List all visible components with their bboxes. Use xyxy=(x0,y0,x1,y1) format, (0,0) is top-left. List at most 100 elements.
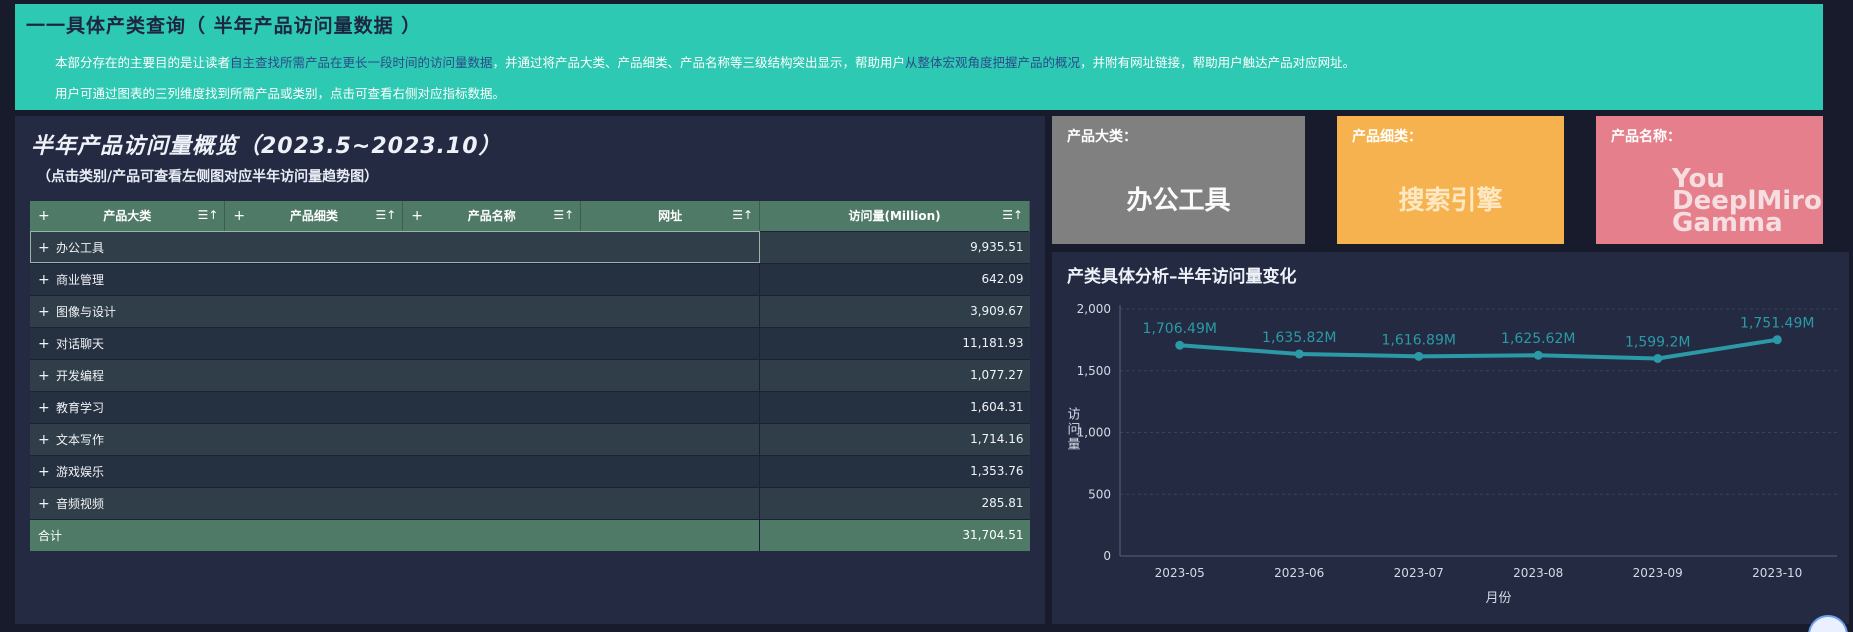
x-tick-label: 2023-05 xyxy=(1155,566,1205,580)
category-cell[interactable]: + 商业管理 xyxy=(30,262,760,295)
visits-cell: 9,935.51 xyxy=(759,230,1030,263)
y-tick-label: 1,500 xyxy=(1077,364,1111,378)
x-tick-label: 2023-08 xyxy=(1513,566,1563,580)
card-value-list: You DeeplMiro Gamma xyxy=(1672,166,1823,236)
x-tick-label: 2023-06 xyxy=(1274,566,1324,580)
expand-icon[interactable]: + xyxy=(38,464,56,480)
overview-title: 半年产品访问量概览（2023.5~2023.10） xyxy=(31,134,502,159)
column-header-category[interactable]: + 产品大类 ☰↑ xyxy=(30,201,226,231)
sort-icon[interactable]: ☰↑ xyxy=(198,208,219,222)
table-header-row: + 产品大类 ☰↑ + 产品细类 ☰↑ + 产品名称 ☰↑ 网址 ☰↑ 访问量(… xyxy=(30,201,1030,231)
visits-cell: 11,181.93 xyxy=(759,326,1030,359)
visits-cell: 1,353.76 xyxy=(759,454,1030,487)
category-label: 教育学习 xyxy=(56,400,105,415)
y-tick-label: 1,000 xyxy=(1077,426,1111,440)
x-tick-label: 2023-09 xyxy=(1633,566,1683,580)
x-tick-label: 2023-07 xyxy=(1394,566,1444,580)
expand-icon[interactable]: + xyxy=(38,240,56,256)
category-label: 图像与设计 xyxy=(56,304,117,319)
banner-text: ，并通过将产品大类、产品细类、产品名称等三级结构突出显示，帮助用户 xyxy=(492,55,906,70)
expand-icon[interactable]: + xyxy=(38,400,56,416)
card-label: 产品名称： xyxy=(1611,129,1681,145)
sort-icon[interactable]: ☰↑ xyxy=(1002,208,1023,222)
table-row[interactable]: + 游戏娱乐 1,353.76 xyxy=(30,454,1030,487)
category-cell[interactable]: + 文本写作 xyxy=(30,422,760,455)
line-chart: 0 500 1,000 1,500 2,000 2023-05 2023-06 2023-07… xyxy=(1067,302,1837,606)
y-axis-title-char: 量 xyxy=(1067,438,1080,453)
category-label: 开发编程 xyxy=(56,368,105,383)
category-label: 游戏娱乐 xyxy=(56,464,105,479)
column-header-subcategory[interactable]: + 产品细类 ☰↑ xyxy=(224,201,404,231)
sort-icon[interactable]: ☰↑ xyxy=(553,208,574,222)
category-label: 对话聊天 xyxy=(56,336,105,351)
table-row[interactable]: + 教育学习 1,604.31 xyxy=(30,390,1030,423)
expand-icon[interactable]: + xyxy=(38,208,50,224)
data-point xyxy=(1414,351,1424,361)
total-value: 31,704.51 xyxy=(759,518,1030,551)
y-tick-label: 500 xyxy=(1088,487,1111,501)
data-label: 1,635.82M xyxy=(1262,330,1336,346)
overview-subtitle: （点击类别/产品可查看左侧图对应半年访问量趋势图） xyxy=(37,169,379,185)
expand-icon[interactable]: + xyxy=(38,336,56,352)
visits-cell: 642.09 xyxy=(759,262,1030,295)
y-axis-title-char: 问 xyxy=(1067,423,1080,438)
subcategory-card: 产品细类： 搜索引擎 xyxy=(1337,116,1564,244)
sort-icon[interactable]: ☰↑ xyxy=(732,208,753,222)
product-name-card: 产品名称： You DeeplMiro Gamma xyxy=(1596,116,1823,244)
sort-icon[interactable]: ☰↑ xyxy=(375,208,396,222)
x-tick-label: 2023-10 xyxy=(1752,566,1802,580)
visits-cell: 3,909.67 xyxy=(759,294,1030,327)
category-label: 文本写作 xyxy=(56,432,105,447)
category-cell[interactable]: + 音频视频 xyxy=(30,486,760,519)
column-header-label: 访问量(Million) xyxy=(848,209,941,224)
category-cell[interactable]: + 游戏娱乐 xyxy=(30,454,760,487)
category-label: 办公工具 xyxy=(56,240,105,255)
table-row[interactable]: + 办公工具 9,935.51 xyxy=(30,230,1030,263)
expand-icon[interactable]: + xyxy=(233,208,245,224)
column-header-product-name[interactable]: + 产品名称 ☰↑ xyxy=(402,201,582,231)
visits-cell: 1,604.31 xyxy=(759,390,1030,423)
category-label: 音频视频 xyxy=(56,496,105,511)
banner-highlight: 从整体宏观角度把握产品的概况 xyxy=(905,55,1081,70)
table-total-row: 合计 31,704.51 xyxy=(30,518,1030,551)
column-header-url[interactable]: 网址 ☰↑ xyxy=(580,201,761,231)
y-tick-label: 2,000 xyxy=(1077,302,1111,316)
table-row[interactable]: + 音频视频 285.81 xyxy=(30,486,1030,519)
category-cell[interactable]: + 开发编程 xyxy=(30,358,760,391)
expand-icon[interactable]: + xyxy=(38,368,56,384)
data-label: 1,706.49M xyxy=(1143,321,1217,337)
data-label: 1,599.2M xyxy=(1625,334,1691,350)
banner-title: 一一具体产类查询（ 半年产品访问量数据 ） xyxy=(26,15,422,37)
visits-cell: 1,714.16 xyxy=(759,422,1030,455)
banner-text: 本部分存在的主要目的是让读者 xyxy=(55,55,231,70)
column-header-visits[interactable]: 访问量(Million) ☰↑ xyxy=(759,201,1030,231)
category-cell[interactable]: + 办公工具 xyxy=(30,230,760,263)
data-label: 1,625.62M xyxy=(1501,331,1575,347)
table-row[interactable]: + 商业管理 642.09 xyxy=(30,262,1030,295)
card-label: 产品细类： xyxy=(1352,129,1422,145)
data-point xyxy=(1653,353,1663,363)
data-point xyxy=(1533,350,1543,360)
expand-icon[interactable]: + xyxy=(38,272,56,288)
column-header-label: 网址 xyxy=(658,209,683,224)
table-row[interactable]: + 文本写作 1,714.16 xyxy=(30,422,1030,455)
data-point xyxy=(1294,349,1304,359)
data-point xyxy=(1772,335,1782,345)
expand-icon[interactable]: + xyxy=(38,496,56,512)
y-axis-title-char: 访 xyxy=(1067,408,1080,423)
column-header-label: 产品细类 xyxy=(289,209,338,224)
x-axis-title: 月份 xyxy=(1485,591,1511,606)
table-row[interactable]: + 开发编程 1,077.27 xyxy=(30,358,1030,391)
expand-icon[interactable]: + xyxy=(411,208,423,224)
banner-description-line-1: 本部分存在的主要目的是让读者自主查找所需产品在更长一段时间的访问量数据，并通过将… xyxy=(55,52,1355,71)
table-row[interactable]: + 对话聊天 11,181.93 xyxy=(30,326,1030,359)
category-cell[interactable]: + 教育学习 xyxy=(30,390,760,423)
expand-icon[interactable]: + xyxy=(38,432,56,448)
table-row[interactable]: + 图像与设计 3,909.67 xyxy=(30,294,1030,327)
card-value: 搜索引擎 xyxy=(1398,186,1503,216)
category-cell[interactable]: + 对话聊天 xyxy=(30,326,760,359)
column-header-label: 产品名称 xyxy=(467,209,516,224)
category-label: 商业管理 xyxy=(56,272,105,287)
category-cell[interactable]: + 图像与设计 xyxy=(30,294,760,327)
expand-icon[interactable]: + xyxy=(38,304,56,320)
